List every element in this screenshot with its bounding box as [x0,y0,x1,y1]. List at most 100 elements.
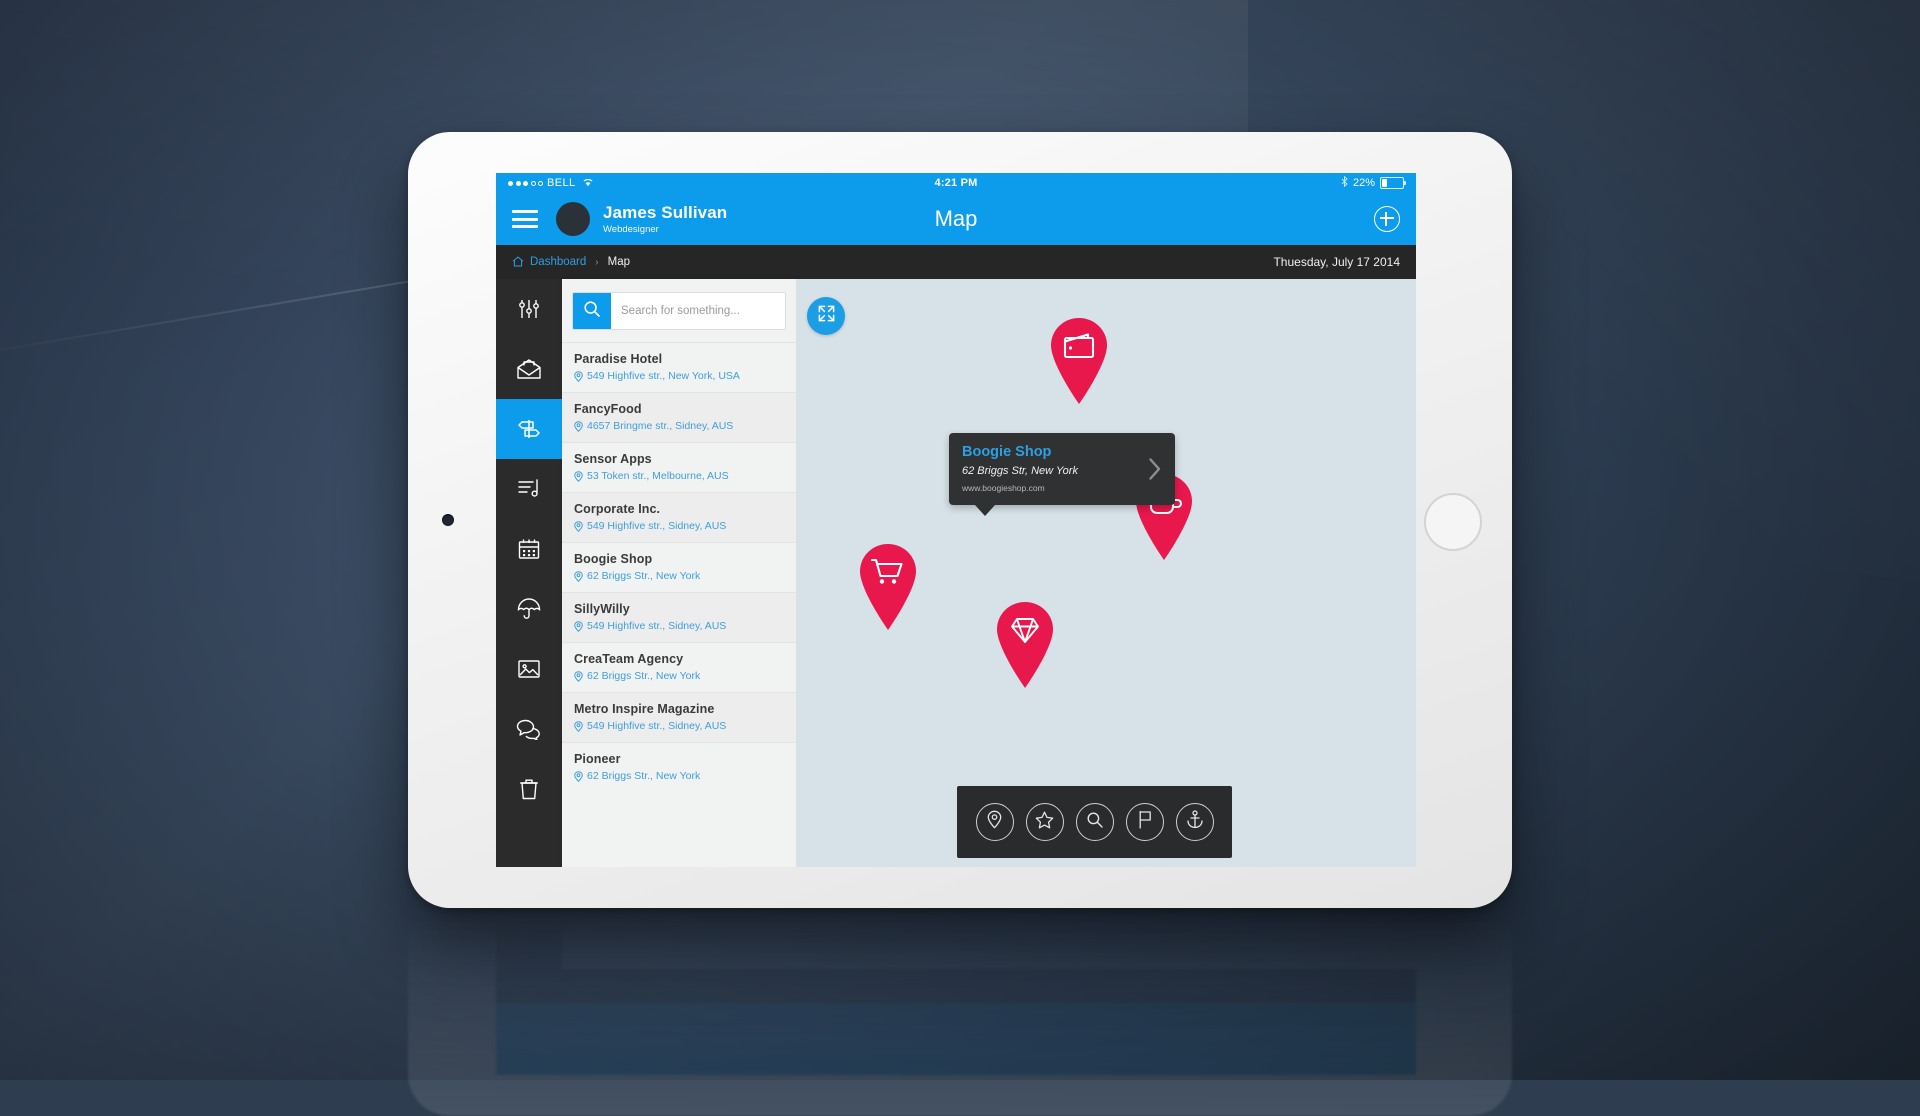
popup-tail [975,505,995,516]
place-address-text: 549 Highfive str., Sidney, AUS [587,620,727,632]
home-button[interactable] [1424,493,1482,551]
map-tool-anchor-button[interactable] [1175,803,1214,841]
map-pin-icon [574,670,583,682]
map-tool-favorite-button[interactable] [1025,803,1064,841]
map-canvas[interactable]: Boogie Shop 62 Briggs Str, New York www.… [796,279,1416,867]
map-pin-icon [574,770,583,782]
search-input[interactable] [611,293,785,329]
place-address-text: 53 Token str., Melbourne, AUS [587,470,729,482]
place-address: 549 Highfive str., New York, USA [574,370,784,382]
list-item[interactable]: Pioneer 62 Briggs Str., New York [562,742,796,792]
map-pin-icon [986,810,1003,834]
list-item[interactable]: FancyFood 4657 Bringme str., Sidney, AUS [562,392,796,442]
avatar[interactable] [556,202,590,236]
search-button[interactable] [573,293,611,329]
expand-fullscreen-button[interactable] [807,297,845,335]
home-icon[interactable] [512,256,524,269]
calendar-icon [517,537,541,561]
list-item[interactable]: Sensor Apps 53 Token str., Melbourne, AU… [562,442,796,492]
sidebar-item-images[interactable] [496,639,562,699]
popup-title: Boogie Shop [962,444,1052,460]
place-name: Sensor Apps [574,452,652,466]
icon-rail [496,279,562,867]
sidebar-item-umbrella[interactable] [496,579,562,639]
map-pin-icon [574,470,583,482]
bluetooth-icon [1341,175,1348,190]
map-pin-icon [574,420,583,432]
list-item[interactable]: Boogie Shop 62 Briggs Str., New York [562,542,796,592]
map-pin-diamond[interactable] [994,601,1056,689]
battery-icon [1380,177,1406,189]
place-address-text: 4657 Bringme str., Sidney, AUS [587,420,734,432]
plus-circle-icon[interactable] [1374,206,1400,232]
place-address-text: 549 Highfive str., Sidney, AUS [587,720,727,732]
trash-icon [518,777,540,801]
image-icon [517,658,541,680]
anchor-icon [1186,810,1204,834]
place-address: 53 Token str., Melbourne, AUS [574,470,784,482]
places-list: Paradise Hotel 549 Highfive str., New Yo… [562,342,796,867]
search-icon [1086,811,1104,834]
list-item[interactable]: SillyWilly 549 Highfive str., Sidney, AU… [562,592,796,642]
app-bar: James Sullivan Webdesigner Map [496,193,1416,245]
chevron-right-icon[interactable] [1148,457,1162,481]
sidebar-item-mail[interactable] [496,339,562,399]
map-tool-locate-button[interactable] [975,803,1014,841]
place-name: Boogie Shop [574,552,653,566]
place-name: CreaTeam Agency [574,652,684,666]
star-icon [1035,811,1054,834]
user-role: Webdesigner [603,223,659,235]
search-box [572,292,786,330]
sliders-settings-icon [517,298,541,320]
place-name: Paradise Hotel [574,352,663,366]
map-tool-flag-button[interactable] [1125,803,1164,841]
map-pin-icon [574,370,583,382]
place-address: 62 Briggs Str., New York [574,570,784,582]
sidebar-item-chat[interactable] [496,699,562,759]
place-name: FancyFood [574,402,642,416]
sidebar-item-map[interactable] [496,399,562,459]
breadcrumb: Dashboard › Map Thuesday, July 17 2014 [496,245,1416,279]
place-name: Corporate Inc. [574,502,661,516]
place-address-text: 549 Highfive str., New York, USA [587,370,740,382]
place-address: 549 Highfive str., Sidney, AUS [574,620,784,632]
breadcrumb-separator: › [595,256,599,268]
place-address-text: 62 Briggs Str., New York [587,570,701,582]
map-pin-wallet[interactable] [1048,317,1110,405]
place-address-text: 62 Briggs Str., New York [587,670,701,682]
place-address: 549 Highfive str., Sidney, AUS [574,720,784,732]
chat-bubbles-icon [516,718,542,740]
list-item[interactable]: Corporate Inc. 549 Highfive str., Sidney… [562,492,796,542]
place-name: Pioneer [574,752,621,766]
battery-percent-label: 22% [1352,177,1375,189]
front-camera [442,514,454,526]
list-item[interactable]: CreaTeam Agency 62 Briggs Str., New York [562,642,796,692]
status-bar: BELL 4:21 PM 22% [496,173,1416,193]
tablet-screen: BELL 4:21 PM 22% James Sullivan Webdesig… [496,173,1416,867]
map-pin-icon [574,720,583,732]
map-pin-icon [574,520,583,532]
place-address: 62 Briggs Str., New York [574,670,784,682]
umbrella-icon [517,597,541,621]
sidebar-item-calendar[interactable] [496,519,562,579]
content-area: Paradise Hotel 549 Highfive str., New Yo… [496,279,1416,867]
map-tool-search-button[interactable] [1075,803,1114,841]
popup-address: 62 Briggs Str, New York [962,465,1078,477]
map-popup[interactable]: Boogie Shop 62 Briggs Str, New York www.… [949,433,1175,516]
status-bar-right: 22% [1341,175,1406,190]
list-item[interactable]: Metro Inspire Magazine 549 Highfive str.… [562,692,796,742]
map-pin-shopping-cart[interactable] [857,543,919,631]
current-date: Thuesday, July 17 2014 [1273,255,1400,269]
breadcrumb-dashboard-link[interactable]: Dashboard [530,256,586,268]
hamburger-menu-icon[interactable] [512,210,538,228]
place-address: 4657 Bringme str., Sidney, AUS [574,420,784,432]
sidebar-item-music[interactable] [496,459,562,519]
sidebar-item-settings[interactable] [496,279,562,339]
user-name: James Sullivan [603,202,728,222]
map-pin-icon [574,570,583,582]
place-address: 549 Highfive str., Sidney, AUS [574,520,784,532]
places-panel: Paradise Hotel 549 Highfive str., New Yo… [562,279,796,867]
place-address-text: 549 Highfive str., Sidney, AUS [587,520,727,532]
list-item[interactable]: Paradise Hotel 549 Highfive str., New Yo… [562,342,796,392]
sidebar-item-trash[interactable] [496,759,562,819]
